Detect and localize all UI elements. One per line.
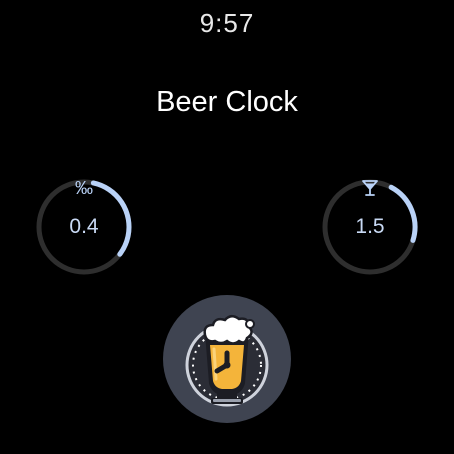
- status-time: 9:57: [199, 8, 255, 38]
- cocktail-glass-icon: [320, 179, 420, 200]
- complication-value: 0.4: [69, 215, 99, 238]
- complication-drinks[interactable]: 1.5: [320, 177, 420, 277]
- beer-glass-clock-icon: [185, 315, 269, 407]
- complication-value: 1.5: [355, 215, 385, 238]
- complication-per-mille[interactable]: ‰ 0.4: [34, 177, 134, 277]
- app-title: Beer Clock: [156, 86, 298, 118]
- beer-clock-launch-button[interactable]: [163, 295, 291, 423]
- per-mille-icon: ‰: [75, 178, 93, 198]
